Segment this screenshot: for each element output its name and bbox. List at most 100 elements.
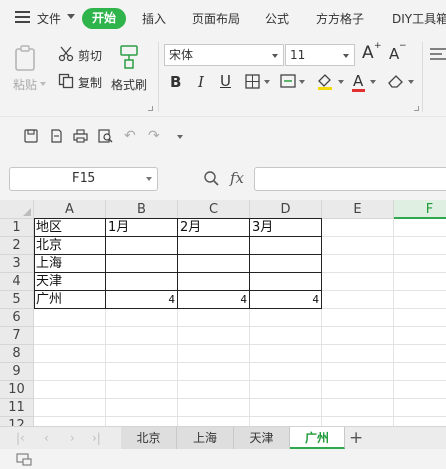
cell-f12[interactable]	[394, 417, 446, 426]
name-box[interactable]: F15	[9, 167, 158, 191]
border-icon[interactable]	[245, 74, 260, 89]
cell-e4[interactable]	[322, 273, 394, 291]
row-header-9[interactable]: 9	[0, 363, 34, 381]
cell-f3[interactable]	[394, 255, 446, 273]
paste-icon[interactable]	[13, 44, 39, 72]
dialog-launcher-icon[interactable]	[414, 106, 419, 111]
cell-c2[interactable]	[178, 237, 250, 255]
cell-c5[interactable]: 4	[178, 291, 250, 309]
column-header-b[interactable]: B	[106, 200, 178, 219]
font-name-select[interactable]: 宋体	[164, 44, 284, 66]
column-header-c[interactable]: C	[178, 200, 250, 219]
cell-b1[interactable]: 1月	[106, 219, 178, 237]
cell-d4[interactable]	[250, 273, 322, 291]
cell-d5[interactable]: 4	[250, 291, 322, 309]
chevron-down-icon[interactable]	[67, 14, 75, 19]
cell-d2[interactable]	[250, 237, 322, 255]
cell-a12[interactable]	[34, 417, 106, 426]
redo-icon[interactable]: ↷	[148, 128, 160, 144]
row-header-4[interactable]: 4	[0, 273, 34, 291]
align-icon[interactable]	[430, 47, 446, 61]
cell-d9[interactable]	[250, 363, 322, 381]
row-header-12[interactable]: 12	[0, 417, 34, 426]
cell-e6[interactable]	[322, 309, 394, 327]
next-sheet-icon[interactable]: ›	[70, 431, 75, 445]
cell-a1[interactable]: 地区	[34, 219, 106, 237]
cell-d11[interactable]	[250, 399, 322, 417]
cell-d10[interactable]	[250, 381, 322, 399]
cell-a2[interactable]: 北京	[34, 237, 106, 255]
bold-button[interactable]: B	[170, 73, 181, 91]
row-header-3[interactable]: 3	[0, 255, 34, 273]
cell-f4[interactable]	[394, 273, 446, 291]
dialog-launcher-icon[interactable]	[148, 106, 153, 111]
cell-b8[interactable]	[106, 345, 178, 363]
sheet-tab-shanghai[interactable]: 上海	[177, 427, 234, 449]
cell-b7[interactable]	[106, 327, 178, 345]
cell-b4[interactable]	[106, 273, 178, 291]
save-icon[interactable]	[24, 129, 38, 143]
cell-b2[interactable]	[106, 237, 178, 255]
chevron-down-icon[interactable]	[408, 80, 414, 84]
cell-f10[interactable]	[394, 381, 446, 399]
spreadsheet-grid[interactable]: A B C D E F 1 地区 1月 2月 3月 2 北京 3 上海 4 天津 5 广州 4 4 4 6 7 8 9 10 11 12	[0, 200, 446, 426]
column-header-f[interactable]: F	[394, 200, 446, 219]
cell-c4[interactable]	[178, 273, 250, 291]
menu-file[interactable]: 文件	[37, 10, 61, 28]
chevron-down-icon[interactable]	[370, 80, 376, 84]
print-icon[interactable]	[73, 129, 88, 143]
cell-f8[interactable]	[394, 345, 446, 363]
insert-function-button[interactable]: fx	[230, 169, 244, 187]
row-header-6[interactable]: 6	[0, 309, 34, 327]
cell-e9[interactable]	[322, 363, 394, 381]
cell-f5[interactable]	[394, 291, 446, 309]
undo-icon[interactable]: ↶	[124, 128, 136, 144]
fill-color-icon[interactable]	[316, 72, 334, 90]
customize-toolbar-icon[interactable]	[177, 135, 183, 139]
macro-record-icon[interactable]	[16, 453, 32, 466]
cell-a7[interactable]	[34, 327, 106, 345]
cell-a3[interactable]: 上海	[34, 255, 106, 273]
row-header-7[interactable]: 7	[0, 327, 34, 345]
menu-tab-home[interactable]: 开始	[82, 8, 126, 29]
eraser-icon[interactable]	[387, 73, 404, 89]
add-sheet-button[interactable]: +	[349, 427, 363, 449]
cell-b3[interactable]	[106, 255, 178, 273]
last-sheet-icon[interactable]: ›|	[92, 431, 101, 445]
cell-f2[interactable]	[394, 237, 446, 255]
cell-f7[interactable]	[394, 327, 446, 345]
cell-d3[interactable]	[250, 255, 322, 273]
export-pdf-icon[interactable]	[49, 129, 63, 143]
cell-d6[interactable]	[250, 309, 322, 327]
cell-f9[interactable]	[394, 363, 446, 381]
cell-f1[interactable]	[394, 219, 446, 237]
cell-e11[interactable]	[322, 399, 394, 417]
row-header-11[interactable]: 11	[0, 399, 34, 417]
cut-button[interactable]: 剪切	[78, 47, 102, 64]
chevron-down-icon[interactable]	[299, 80, 305, 84]
cell-b10[interactable]	[106, 381, 178, 399]
print-preview-icon[interactable]	[98, 129, 113, 143]
cell-a4[interactable]: 天津	[34, 273, 106, 291]
chevron-down-icon[interactable]	[338, 80, 344, 84]
zoom-function-icon[interactable]	[203, 170, 220, 187]
font-color-button[interactable]: A	[353, 72, 363, 90]
cell-c1[interactable]: 2月	[178, 219, 250, 237]
italic-button[interactable]: I	[198, 73, 204, 91]
sheet-tab-guangzhou[interactable]: 广州	[290, 427, 345, 449]
cell-c8[interactable]	[178, 345, 250, 363]
row-header-8[interactable]: 8	[0, 345, 34, 363]
row-header-10[interactable]: 10	[0, 381, 34, 399]
cell-c10[interactable]	[178, 381, 250, 399]
cell-c12[interactable]	[178, 417, 250, 426]
cell-b5[interactable]: 4	[106, 291, 178, 309]
cell-f11[interactable]	[394, 399, 446, 417]
menu-tab-ffgz[interactable]: 方方格子	[316, 10, 364, 28]
cell-b11[interactable]	[106, 399, 178, 417]
cell-e12[interactable]	[322, 417, 394, 426]
menu-tab-insert[interactable]: 插入	[142, 10, 166, 28]
column-header-d[interactable]: D	[250, 200, 322, 219]
cell-a10[interactable]	[34, 381, 106, 399]
cell-d7[interactable]	[250, 327, 322, 345]
menu-tab-page-layout[interactable]: 页面布局	[192, 10, 240, 28]
